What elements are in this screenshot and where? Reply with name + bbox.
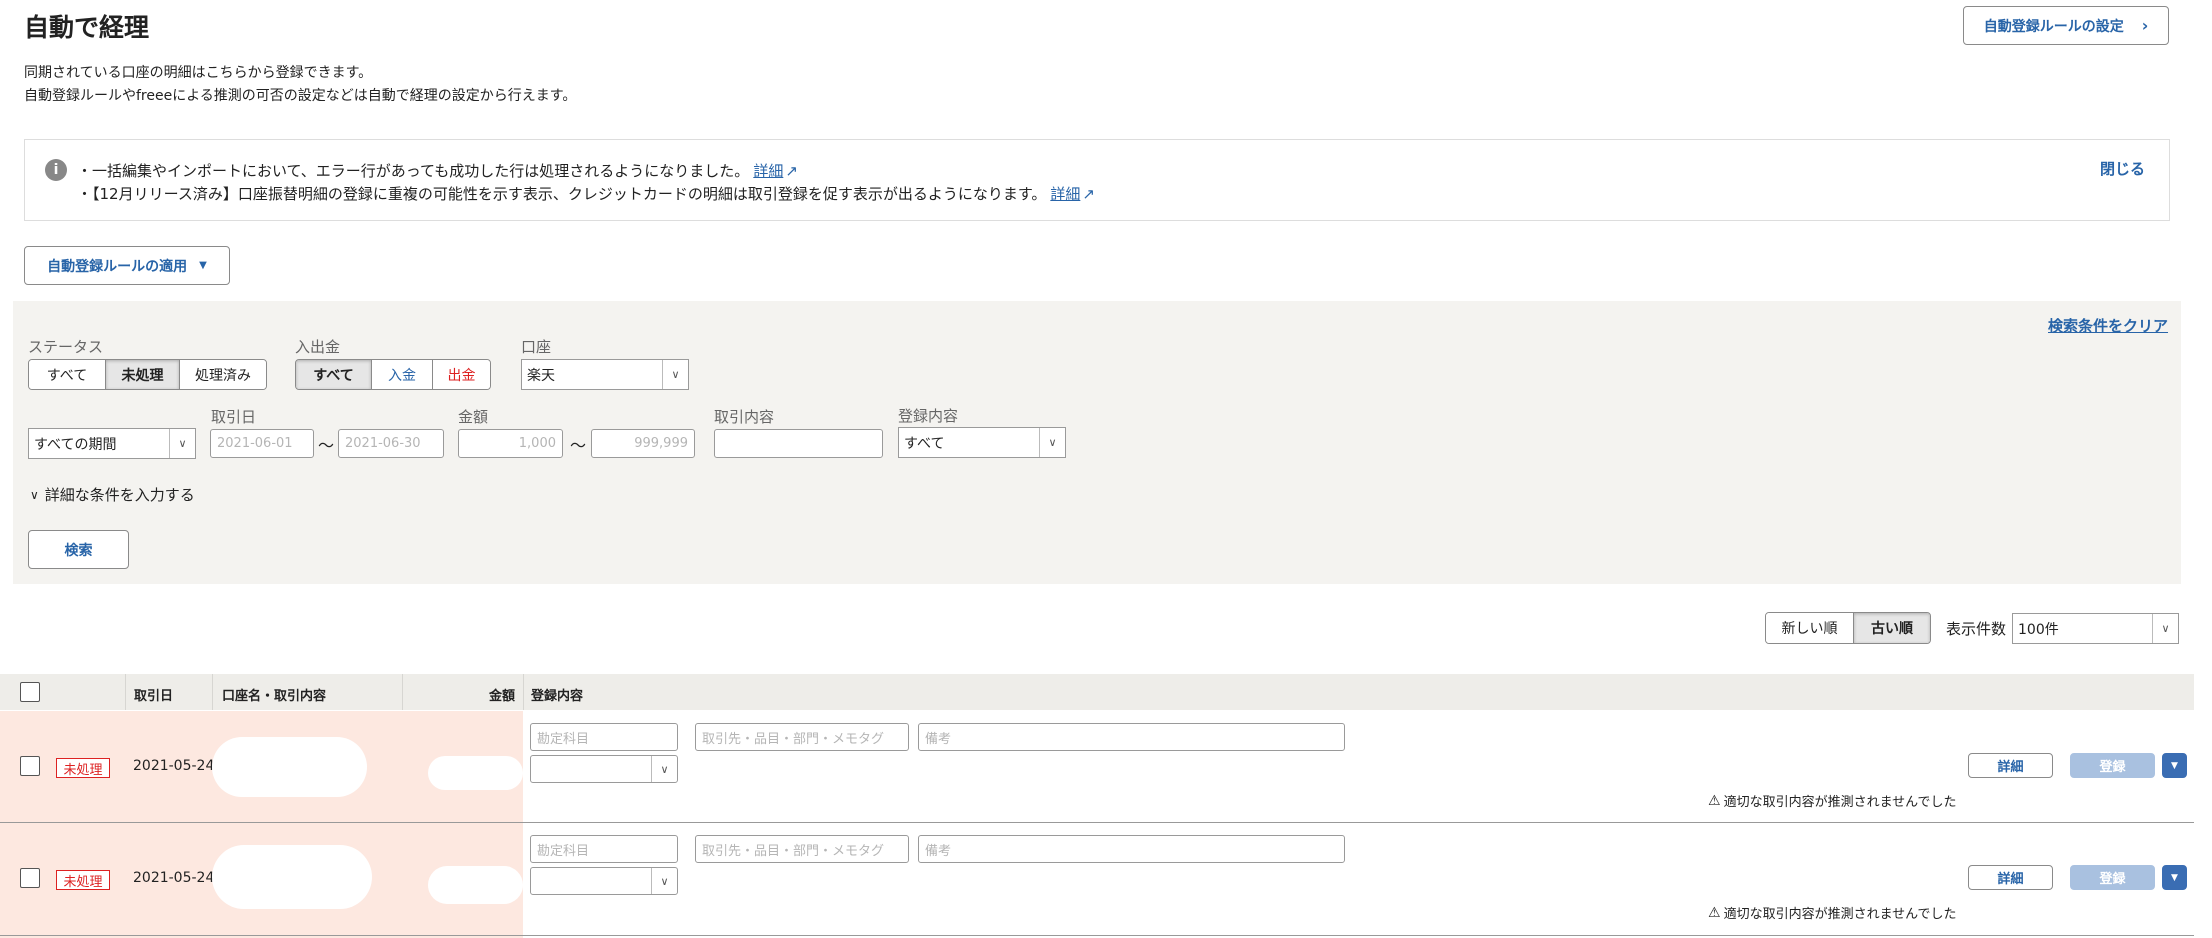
display-count-label: 表示件数	[1946, 620, 2007, 638]
account-item-input[interactable]: 勘定科目	[530, 835, 678, 863]
detail-link-2[interactable]: 詳細	[1050, 183, 1080, 204]
io-label: 入出金	[295, 338, 341, 356]
date-tilde: 〜	[318, 436, 335, 455]
warning-icon: ⚠	[1708, 904, 1721, 921]
amount-label: 金額	[458, 408, 489, 426]
detail-button[interactable]: 詳細	[1968, 865, 2053, 890]
display-count-select[interactable]: 100件 ∨	[2012, 613, 2179, 644]
redacted-amount	[428, 756, 523, 790]
transaction-date: 2021-05-24	[133, 870, 215, 886]
amount-tilde: 〜	[570, 436, 587, 455]
search-button[interactable]: 検索	[28, 530, 129, 569]
account-select[interactable]: 楽天 ∨	[521, 359, 689, 390]
info-icon: i	[45, 159, 67, 181]
redacted-account	[212, 737, 367, 797]
rule-settings-button[interactable]: 自動登録ルールの設定 ›	[1963, 6, 2169, 45]
close-notice-link[interactable]: 閉じる	[2100, 158, 2145, 179]
page-description-2: 自動登録ルールやfreeeによる推測の可否の設定などは自動で経理の設定から行えま…	[24, 88, 577, 104]
detail-link[interactable]: 詳細	[753, 160, 783, 181]
header-amount: 金額	[489, 689, 516, 704]
status-badge: 未処理	[56, 870, 110, 890]
register-button[interactable]: 登録	[2070, 753, 2155, 778]
sort-newest[interactable]: 新しい順	[1766, 613, 1854, 643]
chevron-down-icon: ∨	[662, 360, 688, 389]
date-from-input[interactable]: 2021-06-01	[210, 429, 314, 458]
clear-search-link[interactable]: 検索条件をクリア	[2048, 315, 2168, 336]
notice-line-2: ・【12月リリース済み】口座振替明細の登録に重複の可能性を示す表示、クレジットカ…	[77, 185, 1047, 203]
header-registration: 登録内容	[531, 689, 584, 704]
sort-oldest[interactable]: 古い順	[1854, 613, 1930, 643]
tax-select[interactable]: ∨	[530, 755, 678, 783]
table-row: 未処理 2021-05-24 勘定科目 ∨ 取引先・品目・部門・メモタグ 備考 …	[0, 823, 2194, 938]
apply-rules-button[interactable]: 自動登録ルールの適用 ▼	[24, 246, 230, 285]
registration-select[interactable]: すべて ∨	[898, 427, 1066, 458]
register-menu-button[interactable]: ▼	[2162, 753, 2187, 778]
chevron-right-icon: ›	[2141, 16, 2149, 35]
account-item-input[interactable]: 勘定科目	[530, 723, 678, 751]
guess-warning: ⚠ 適切な取引内容が推測されませんでした	[1708, 904, 1957, 923]
caret-down-icon: ▼	[199, 260, 207, 271]
page-title: 自動で経理	[24, 13, 150, 42]
account-label: 口座	[521, 338, 552, 356]
notice-line-1: ・一括編集やインポートにおいて、エラー行があっても成功した行は処理されるようにな…	[77, 162, 750, 180]
select-all-checkbox[interactable]	[20, 682, 40, 702]
row-checkbox[interactable]	[20, 756, 40, 776]
chevron-down-icon: ∨	[651, 868, 677, 894]
registration-label: 登録内容	[898, 407, 959, 425]
tax-select[interactable]: ∨	[530, 867, 678, 895]
status-all[interactable]: すべて	[29, 360, 106, 389]
content-label: 取引内容	[714, 408, 775, 426]
status-unprocessed[interactable]: 未処理	[106, 360, 180, 389]
note-input[interactable]: 備考	[918, 723, 1345, 751]
note-input[interactable]: 備考	[918, 835, 1345, 863]
advanced-conditions-toggle[interactable]: ∨ 詳細な条件を入力する	[30, 484, 195, 505]
detail-button[interactable]: 詳細	[1968, 753, 2053, 778]
external-link-icon: ↗	[785, 161, 798, 180]
redacted-account	[212, 845, 372, 909]
caret-down-icon: ▼	[2171, 872, 2178, 883]
io-all[interactable]: すべて	[296, 360, 372, 389]
caret-down-icon: ▼	[2171, 760, 2178, 771]
notice-panel: i ・一括編集やインポートにおいて、エラー行があっても成功した行は処理されるよう…	[24, 139, 2170, 221]
register-menu-button[interactable]: ▼	[2162, 865, 2187, 890]
chevron-down-icon: ∨	[2152, 614, 2178, 643]
partner-input[interactable]: 取引先・品目・部門・メモタグ	[695, 835, 909, 863]
io-segment: すべて 入金 出金	[295, 359, 491, 390]
io-withdrawal[interactable]: 出金	[433, 360, 490, 389]
register-button[interactable]: 登録	[2070, 865, 2155, 890]
date-to-input[interactable]: 2021-06-30	[338, 429, 444, 458]
sort-segment: 新しい順 古い順	[1765, 612, 1931, 644]
table-row: 未処理 2021-05-24 勘定科目 ∨ 取引先・品目・部門・メモタグ 備考 …	[0, 711, 2194, 823]
partner-input[interactable]: 取引先・品目・部門・メモタグ	[695, 723, 909, 751]
status-processed[interactable]: 処理済み	[180, 360, 266, 389]
status-segment: すべて 未処理 処理済み	[28, 359, 267, 390]
redacted-amount	[428, 866, 523, 904]
transaction-date: 2021-05-24	[133, 758, 215, 774]
header-date: 取引日	[134, 689, 174, 704]
period-select[interactable]: すべての期間 ∨	[28, 428, 196, 459]
io-deposit[interactable]: 入金	[372, 360, 433, 389]
chevron-down-icon: ∨	[1039, 428, 1065, 457]
warning-icon: ⚠	[1708, 792, 1721, 809]
content-input[interactable]	[714, 429, 883, 458]
page-description: 同期されている口座の明細はこちらから登録できます。	[24, 65, 373, 81]
external-link-icon: ↗	[1082, 184, 1095, 203]
status-badge: 未処理	[56, 758, 110, 778]
guess-warning: ⚠ 適切な取引内容が推測されませんでした	[1708, 792, 1957, 811]
header-account: 口座名・取引内容	[222, 689, 327, 704]
date-label: 取引日	[211, 408, 257, 426]
amount-from-input[interactable]: 1,000	[458, 429, 563, 458]
status-label: ステータス	[28, 338, 104, 356]
chevron-down-icon: ∨	[651, 756, 677, 782]
chevron-down-icon: ∨	[169, 429, 195, 458]
row-checkbox[interactable]	[20, 868, 40, 888]
amount-to-input[interactable]: 999,999	[591, 429, 695, 458]
table-header	[0, 674, 2194, 710]
chevron-down-icon: ∨	[30, 487, 39, 502]
